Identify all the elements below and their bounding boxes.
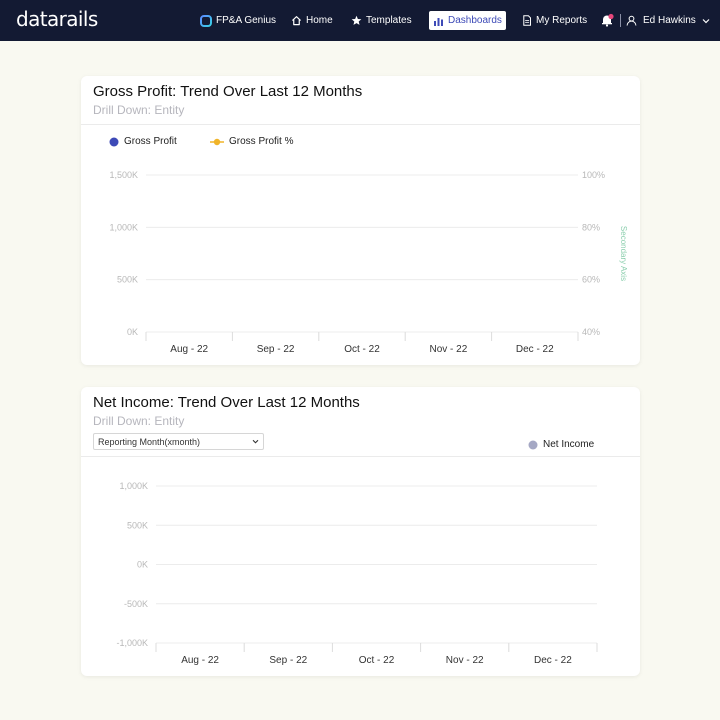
notification-bell-icon[interactable] <box>600 13 614 27</box>
home-icon <box>291 16 302 26</box>
net-income-chart: -1,000K -500K 0K 500K 1,000K Aug - 22 Sep - 22… <box>116 481 598 666</box>
x-category-label: Sep - 22 <box>269 655 307 666</box>
y-tick-label: -500K <box>124 599 148 609</box>
nav-templates-label: Templates <box>366 15 412 26</box>
y-tick-label: 500K <box>127 520 148 530</box>
x-category-label: Oct - 22 <box>344 344 380 355</box>
x-category-label: Oct - 22 <box>359 655 395 666</box>
y2-tick-label: 80% <box>582 222 600 232</box>
net-income-card: Net Income: Trend Over Last 12 Months Dr… <box>81 387 640 676</box>
x-category-label: Aug - 22 <box>181 655 219 666</box>
x-category-label: Aug - 22 <box>170 344 208 355</box>
y-tick-label: 1,000K <box>109 222 138 232</box>
user-avatar-icon <box>626 15 637 26</box>
nav-dashboards-label: Dashboards <box>448 15 502 26</box>
x-category-label: Dec - 22 <box>534 655 572 666</box>
y2-tick-label: 40% <box>582 327 600 337</box>
document-icon <box>523 15 531 26</box>
genius-icon <box>200 14 212 27</box>
nav-templates[interactable]: Templates <box>347 11 416 30</box>
nav-my-reports-label: My Reports <box>536 15 588 26</box>
y-tick-label: -1,000K <box>116 638 148 648</box>
user-menu[interactable]: Ed Hawkins <box>626 11 710 30</box>
bar-chart-icon <box>434 17 443 26</box>
x-category-label: Nov - 22 <box>446 655 484 666</box>
datarails-logo[interactable]: datarails <box>16 7 98 31</box>
star-icon <box>351 15 362 25</box>
gross-profit-chart: 0K 500K 1,000K 1,500K 40% 60% 80% 100% Secondary… <box>109 170 628 355</box>
y-tick-label: 500K <box>117 275 138 285</box>
nav-home[interactable]: Home <box>287 11 337 30</box>
nav-dashboards[interactable]: Dashboards <box>429 11 506 30</box>
nav-fpa-genius-label: FP&A Genius <box>216 15 277 26</box>
nav-fpa-genius[interactable]: FP&A Genius <box>196 11 280 30</box>
y-tick-label: 1,000K <box>119 481 148 491</box>
y-tick-label: 0K <box>137 560 148 570</box>
top-navbar: datarails FP&A Genius Home Templates Das… <box>0 0 720 41</box>
user-name: Ed Hawkins <box>643 15 696 26</box>
y2-tick-label: 100% <box>582 170 605 180</box>
nav-my-reports[interactable]: My Reports <box>518 11 591 30</box>
gross-profit-card: Gross Profit: Trend Over Last 12 Months … <box>81 76 640 365</box>
x-category-label: Sep - 22 <box>257 344 295 355</box>
x-category-label: Dec - 22 <box>516 344 554 355</box>
y2-tick-label: 60% <box>582 275 600 285</box>
nav-home-label: Home <box>306 15 333 26</box>
secondary-axis-label: Secondary Axis <box>619 226 628 281</box>
y-tick-label: 0K <box>127 327 138 337</box>
nav-divider <box>620 14 621 27</box>
chevron-down-icon <box>702 18 710 23</box>
x-category-label: Nov - 22 <box>430 344 468 355</box>
y-tick-label: 1,500K <box>109 170 138 180</box>
